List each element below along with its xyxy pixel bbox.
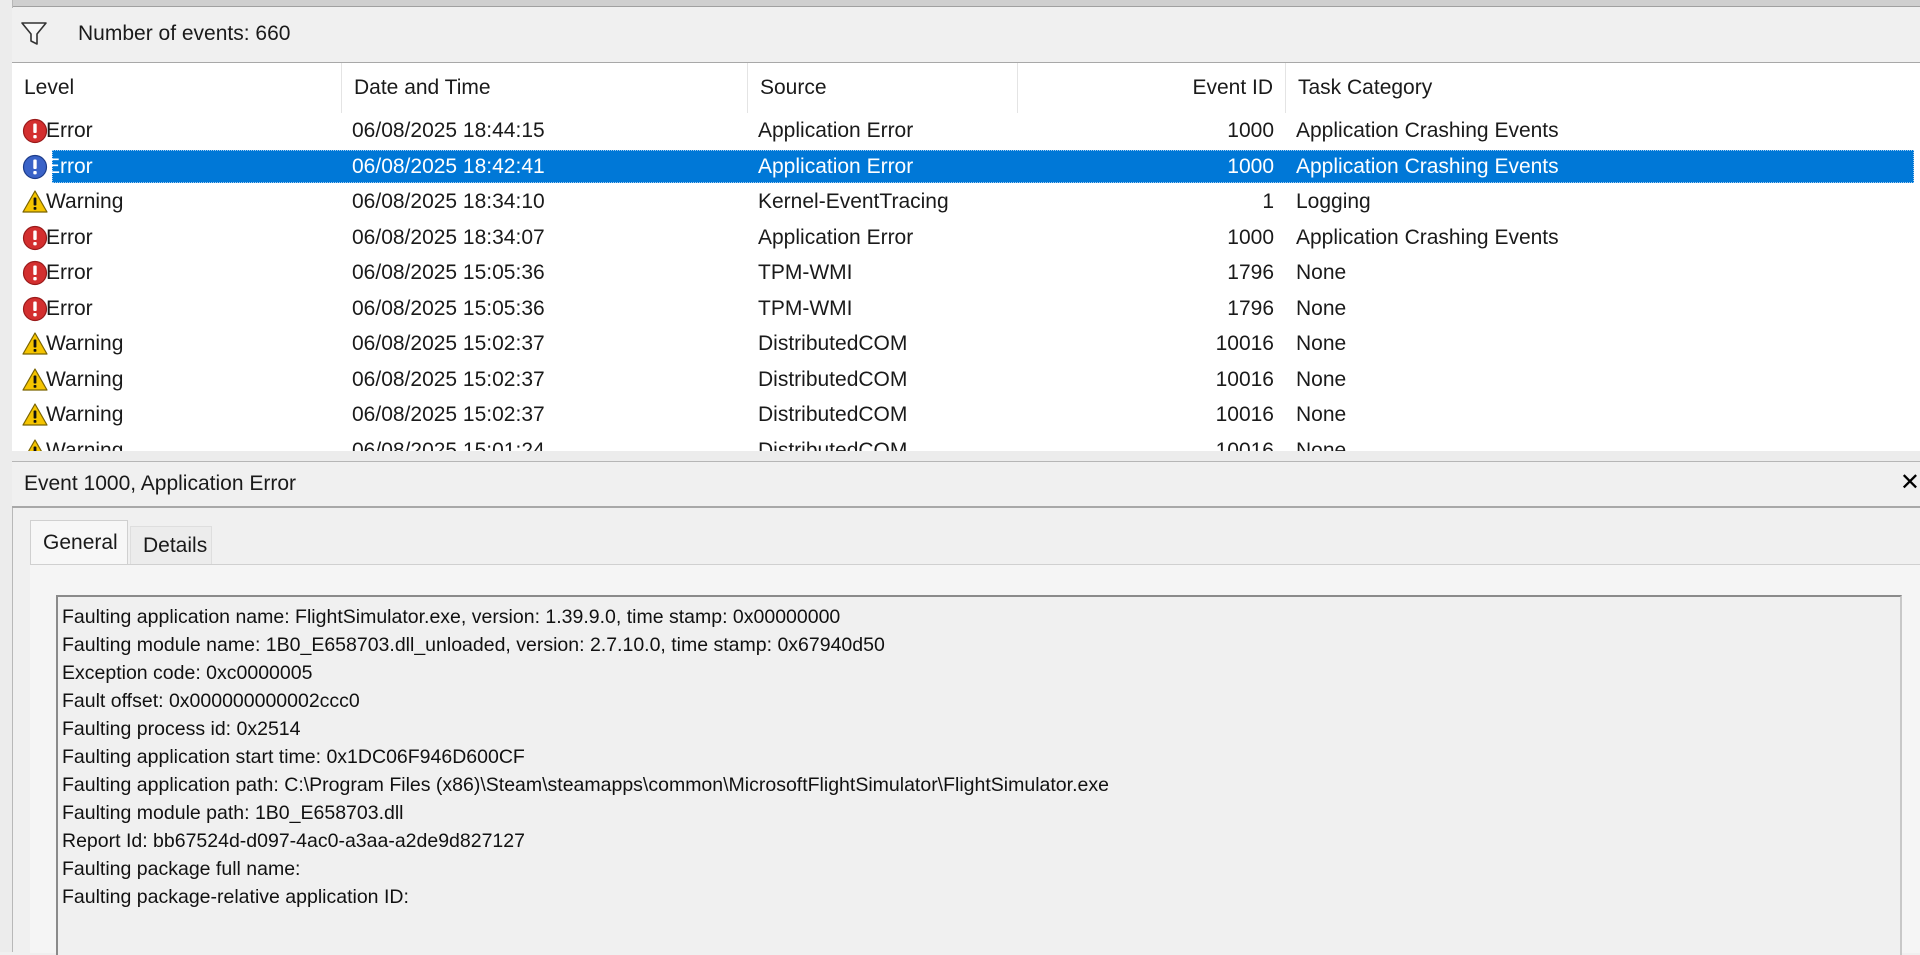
- event-task-category: None: [1296, 332, 1347, 355]
- close-icon[interactable]: ✕: [1900, 468, 1920, 497]
- event-task-category: None: [1296, 403, 1347, 426]
- description-line: Faulting application start time: 0x1DC06…: [62, 746, 525, 768]
- event-task-category: None: [1296, 296, 1347, 320]
- description-line: Faulting application name: FlightSimulat…: [62, 606, 841, 628]
- description-line: Faulting package-relative application ID…: [62, 886, 409, 908]
- event-task-category: None: [1296, 367, 1347, 391]
- description-line: Faulting module name: 1B0_E658703.dll_un…: [62, 634, 885, 656]
- event-row[interactable]: Warning 06/08/2025 18:34:10 Kernel-Event…: [12, 184, 1920, 220]
- event-level: Error: [46, 154, 93, 178]
- event-id: 1000: [1227, 225, 1274, 249]
- event-row[interactable]: Error 06/08/2025 18:42:41 Application Er…: [12, 149, 1920, 185]
- event-task-category: Logging: [1296, 190, 1371, 213]
- pane-splitter[interactable]: [12, 451, 1920, 462]
- event-row[interactable]: Warning 06/08/2025 15:02:37 DistributedC…: [12, 326, 1920, 362]
- event-list-header: Level Date and Time Source Event ID Task…: [12, 63, 1920, 113]
- event-id: 1000: [1227, 154, 1274, 178]
- event-id: 1: [1262, 190, 1274, 213]
- event-id: 10016: [1215, 367, 1274, 391]
- event-level: Warning: [46, 332, 124, 355]
- column-header-task-category[interactable]: Task Category: [1286, 63, 1920, 113]
- event-source: DistributedCOM: [758, 367, 908, 391]
- description-line: Faulting module path: 1B0_E658703.dll: [62, 802, 404, 824]
- event-date-time: 06/08/2025 18:44:15: [352, 119, 545, 142]
- event-list[interactable]: Level Date and Time Source Event ID Task…: [12, 63, 1920, 453]
- event-row[interactable]: Error 06/08/2025 18:34:07 Application Er…: [12, 220, 1920, 256]
- event-date-time: 06/08/2025 18:34:07: [352, 225, 545, 249]
- event-source: Application Error: [758, 154, 914, 178]
- event-source: DistributedCOM: [758, 438, 908, 453]
- filter-bar: Number of events: 660: [12, 8, 1920, 63]
- event-level: Warning: [46, 438, 124, 453]
- event-task-category: None: [1296, 261, 1347, 284]
- event-level: Error: [46, 296, 93, 320]
- tab-details[interactable]: Details: [130, 526, 212, 564]
- event-detail-header: Event 1000, Application Error ✕: [12, 462, 1920, 508]
- event-level: Warning: [46, 367, 124, 391]
- event-row[interactable]: Warning 06/08/2025 15:02:37 DistributedC…: [12, 397, 1920, 433]
- event-level: Error: [46, 119, 93, 142]
- event-source: DistributedCOM: [758, 403, 908, 426]
- event-task-category: Application Crashing Events: [1296, 154, 1559, 178]
- event-id: 1796: [1227, 296, 1274, 320]
- tab-general[interactable]: General: [30, 520, 128, 566]
- column-header-event-id[interactable]: Event ID: [1018, 63, 1286, 113]
- event-id: 1000: [1227, 119, 1274, 142]
- event-count-label: Number of events: 660: [78, 22, 291, 45]
- event-id: 1796: [1227, 261, 1274, 284]
- event-task-category: None: [1296, 438, 1347, 453]
- column-header-source[interactable]: Source: [748, 63, 1018, 113]
- event-source: Application Error: [758, 119, 914, 142]
- event-level: Warning: [46, 403, 124, 426]
- event-id: 10016: [1215, 438, 1274, 453]
- description-line: Report Id: bb67524d-d097-4ac0-a3aa-a2de9…: [62, 830, 525, 852]
- event-source: DistributedCOM: [758, 332, 908, 355]
- column-header-date-time[interactable]: Date and Time: [342, 63, 748, 113]
- event-date-time: 06/08/2025 15:02:37: [352, 332, 545, 355]
- event-source: Application Error: [758, 225, 914, 249]
- event-row[interactable]: Error 06/08/2025 15:05:36 TPM-WMI 1796 N…: [12, 255, 1920, 291]
- event-level: Error: [46, 261, 93, 284]
- event-row[interactable]: Error 06/08/2025 15:05:36 TPM-WMI 1796 N…: [12, 291, 1920, 327]
- event-level: Warning: [46, 190, 124, 213]
- event-row[interactable]: Warning 06/08/2025 15:02:37 DistributedC…: [12, 362, 1920, 398]
- event-level: Error: [46, 225, 93, 249]
- description-line: Exception code: 0xc0000005: [62, 662, 313, 684]
- event-detail-title: Event 1000, Application Error: [24, 472, 296, 495]
- event-task-category: Application Crashing Events: [1296, 225, 1559, 249]
- description-line: Faulting process id: 0x2514: [62, 718, 301, 740]
- description-line: Fault offset: 0x000000000002ccc0: [62, 690, 360, 712]
- event-source: TPM-WMI: [758, 296, 853, 320]
- event-date-time: 06/08/2025 18:34:10: [352, 190, 545, 213]
- event-date-time: 06/08/2025 15:02:37: [352, 403, 545, 426]
- event-row[interactable]: Warning 06/08/2025 15:01:24 DistributedC…: [12, 433, 1920, 453]
- column-header-level[interactable]: Level: [12, 63, 342, 113]
- description-line: Faulting application path: C:\Program Fi…: [62, 774, 1109, 796]
- window-top-border: [0, 0, 1920, 7]
- description-line: Faulting package full name:: [62, 858, 301, 880]
- event-description-box[interactable]: Faulting application name: FlightSimulat…: [56, 595, 1902, 955]
- event-date-time: 06/08/2025 15:01:24: [352, 438, 545, 453]
- event-date-time: 06/08/2025 15:02:37: [352, 367, 545, 391]
- event-source: TPM-WMI: [758, 261, 853, 284]
- event-source: Kernel-EventTracing: [758, 190, 949, 213]
- selection-highlight: [52, 149, 1914, 183]
- event-id: 10016: [1215, 403, 1274, 426]
- general-tab-panel: Faulting application name: FlightSimulat…: [30, 564, 1920, 955]
- event-row[interactable]: Error 06/08/2025 18:44:15 Application Er…: [12, 113, 1920, 149]
- event-date-time: 06/08/2025 15:05:36: [352, 261, 545, 284]
- event-date-time: 06/08/2025 18:42:41: [352, 154, 545, 178]
- event-task-category: Application Crashing Events: [1296, 119, 1559, 142]
- event-date-time: 06/08/2025 15:05:36: [352, 296, 545, 320]
- event-id: 10016: [1215, 332, 1274, 355]
- funnel-filter-icon[interactable]: [20, 20, 50, 48]
